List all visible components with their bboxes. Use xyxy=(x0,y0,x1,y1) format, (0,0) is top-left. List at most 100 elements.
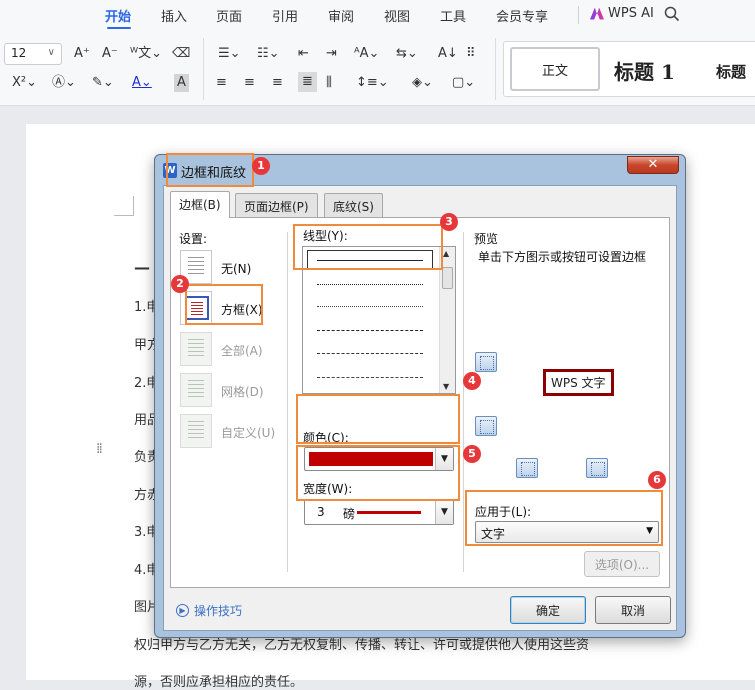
apply-to-label: 应用于(L): xyxy=(475,505,532,519)
text-effect-icon[interactable]: Ⓐ⌄ xyxy=(52,74,76,92)
menu-reference[interactable]: 引用 xyxy=(272,6,298,25)
font-size-value: 12 xyxy=(11,46,27,60)
color-label: 颜色(C): xyxy=(303,431,349,445)
dialog-body: 边框(B) 页面边框(P) 底纹(S) 设置: 无(N) 方框(X) 全部(A)… xyxy=(163,185,677,631)
bullet-list-icon[interactable]: ☰⌄ xyxy=(218,45,241,63)
width-sample-line xyxy=(357,511,421,514)
preview-label: 预览 xyxy=(474,232,499,246)
sort-icon[interactable]: ⇆⌄ xyxy=(396,45,418,63)
line-spacing-icon[interactable]: ↕≡⌄ xyxy=(356,74,389,92)
ribbon-toolbar: 12 ∨ A⁺ A⁻ ᵂ文⌄ ⌫ X²⌄ Ⓐ⌄ ✎⌄ A⌄ A ☰⌄ ☷⌄ ⇤ … xyxy=(0,30,755,106)
show-marks-icon[interactable]: ⠿ xyxy=(466,45,476,63)
font-size-select[interactable]: 12 ∨ xyxy=(4,43,62,65)
numbered-list-icon[interactable]: ☷⌄ xyxy=(257,45,280,63)
tab-shading[interactable]: 底纹(S) xyxy=(324,193,383,217)
style-gallery: 正文 标题 1 标题 xyxy=(503,41,755,97)
menu-membership[interactable]: 会员专享 xyxy=(496,6,548,25)
tips-link[interactable]: ▶ 操作技巧 xyxy=(176,602,242,619)
menu-review[interactable]: 审阅 xyxy=(328,6,354,25)
align-center-icon[interactable]: ≡ xyxy=(244,74,255,92)
right-border-button[interactable] xyxy=(586,458,608,478)
decrease-indent-icon[interactable]: ⇤ xyxy=(298,45,309,63)
style-normal[interactable]: 正文 xyxy=(510,47,600,91)
scroll-down-icon[interactable]: ▼ xyxy=(443,382,449,391)
scroll-up-icon[interactable]: ▲ xyxy=(443,249,449,258)
preview-hint: 单击下方图示或按钮可设置边框 xyxy=(478,250,647,264)
chevron-down-icon: ∨ xyxy=(47,47,55,58)
wps-ai-button[interactable]: WPS AI xyxy=(590,6,654,21)
setting-box-icon[interactable] xyxy=(180,291,212,325)
menu-start[interactable]: 开始 xyxy=(105,6,131,25)
grow-font-icon[interactable]: A⁺ xyxy=(74,45,90,63)
shading-bucket-icon[interactable]: ◈⌄ xyxy=(412,74,433,92)
cancel-button[interactable]: 取消 xyxy=(595,596,671,624)
top-border-button[interactable] xyxy=(475,352,497,372)
menu-page[interactable]: 页面 xyxy=(216,6,242,25)
column-divider xyxy=(463,232,464,572)
toolbar-divider xyxy=(495,38,496,100)
doc-heading-dash: — xyxy=(134,258,150,277)
linestyle-scrollbar[interactable]: ▲ ▼ xyxy=(439,247,455,393)
clear-format-icon[interactable]: ⌫ xyxy=(172,45,190,63)
linestyle-dash-dot-dot[interactable] xyxy=(317,377,423,378)
chevron-down-icon[interactable]: ▼ xyxy=(435,448,453,470)
linestyle-fine-dotted[interactable] xyxy=(317,306,423,307)
text-direction-icon[interactable]: ᴬA⌄ xyxy=(354,45,379,63)
sort-az-icon[interactable]: A↓ xyxy=(438,45,458,63)
setting-custom-label: 自定义(U) xyxy=(221,426,276,440)
font-color-icon[interactable]: A⌄ xyxy=(132,74,152,92)
align-left-icon[interactable]: ≡ xyxy=(216,74,227,92)
phonetic-guide-icon[interactable]: ᵂ文⌄ xyxy=(130,45,162,63)
search-icon[interactable] xyxy=(664,6,680,22)
linestyle-dash-dot[interactable] xyxy=(317,353,423,354)
menu-insert[interactable]: 插入 xyxy=(161,6,187,25)
active-menu-indicator xyxy=(107,27,131,29)
chevron-down-icon[interactable]: ▼ xyxy=(435,500,453,524)
bottom-border-button[interactable] xyxy=(475,416,497,436)
linestyle-list[interactable]: ▲ ▼ xyxy=(302,246,456,394)
setting-all-icon xyxy=(180,332,212,366)
shrink-font-icon[interactable]: A⁻ xyxy=(102,45,118,63)
width-select[interactable]: 3 磅 ▼ xyxy=(304,499,454,525)
apply-to-select[interactable]: 文字 ▼ xyxy=(475,521,659,543)
justify-icon[interactable]: ≣ xyxy=(298,72,317,92)
menu-tools[interactable]: 工具 xyxy=(440,6,466,25)
tab-page-border[interactable]: 页面边框(P) xyxy=(235,193,318,217)
border-icon[interactable]: ▢⌄ xyxy=(452,74,475,92)
linestyle-solid[interactable] xyxy=(317,260,423,261)
superscript-icon[interactable]: X²⌄ xyxy=(12,74,37,92)
left-border-button[interactable] xyxy=(516,458,538,478)
paragraph-drag-handle-icon[interactable]: ⁞⁞ xyxy=(96,442,103,456)
border-tab-panel: 设置: 无(N) 方框(X) 全部(A) 网格(D) 自定义(U) 线型(Y): xyxy=(170,217,670,588)
ok-button[interactable]: 确定 xyxy=(510,596,586,624)
step-badge: 4 xyxy=(463,372,481,390)
highlight-pen-icon[interactable]: ✎⌄ xyxy=(92,74,114,92)
char-shading-icon[interactable]: A xyxy=(174,74,189,92)
step-badge: 3 xyxy=(440,213,458,231)
play-icon: ▶ xyxy=(176,604,189,617)
step-badge: 6 xyxy=(648,471,666,489)
linestyle-dashed[interactable] xyxy=(317,330,423,331)
setting-box-label[interactable]: 方框(X) xyxy=(221,301,263,318)
ribbon-menubar: 开始 插入 页面 引用 审阅 视图 工具 会员专享 WPS AI xyxy=(0,0,755,30)
increase-indent-icon[interactable]: ⇥ xyxy=(326,45,337,63)
color-select[interactable]: ▼ xyxy=(304,447,454,471)
distribute-icon[interactable]: ⫼ xyxy=(326,74,332,92)
width-value: 3 xyxy=(317,505,325,519)
menu-view[interactable]: 视图 xyxy=(384,6,410,25)
style-heading[interactable]: 标题 xyxy=(716,61,746,82)
menu-divider xyxy=(578,6,579,24)
style-heading-1[interactable]: 标题 1 xyxy=(614,56,675,85)
scroll-thumb[interactable] xyxy=(442,267,453,289)
align-right-icon[interactable]: ≡ xyxy=(272,74,283,92)
tab-border[interactable]: 边框(B) xyxy=(170,191,230,218)
apply-to-value: 文字 xyxy=(481,527,506,541)
preview-area: WPS 文字 xyxy=(466,268,666,508)
linestyle-dotted[interactable] xyxy=(317,284,423,285)
color-swatch xyxy=(309,452,433,466)
chevron-down-icon[interactable]: ▼ xyxy=(646,526,653,536)
dialog-title: 边框和底纹 xyxy=(181,166,247,181)
settings-label: 设置: xyxy=(179,232,208,246)
close-button[interactable]: ✕ xyxy=(627,156,679,174)
setting-none-label[interactable]: 无(N) xyxy=(221,260,251,277)
